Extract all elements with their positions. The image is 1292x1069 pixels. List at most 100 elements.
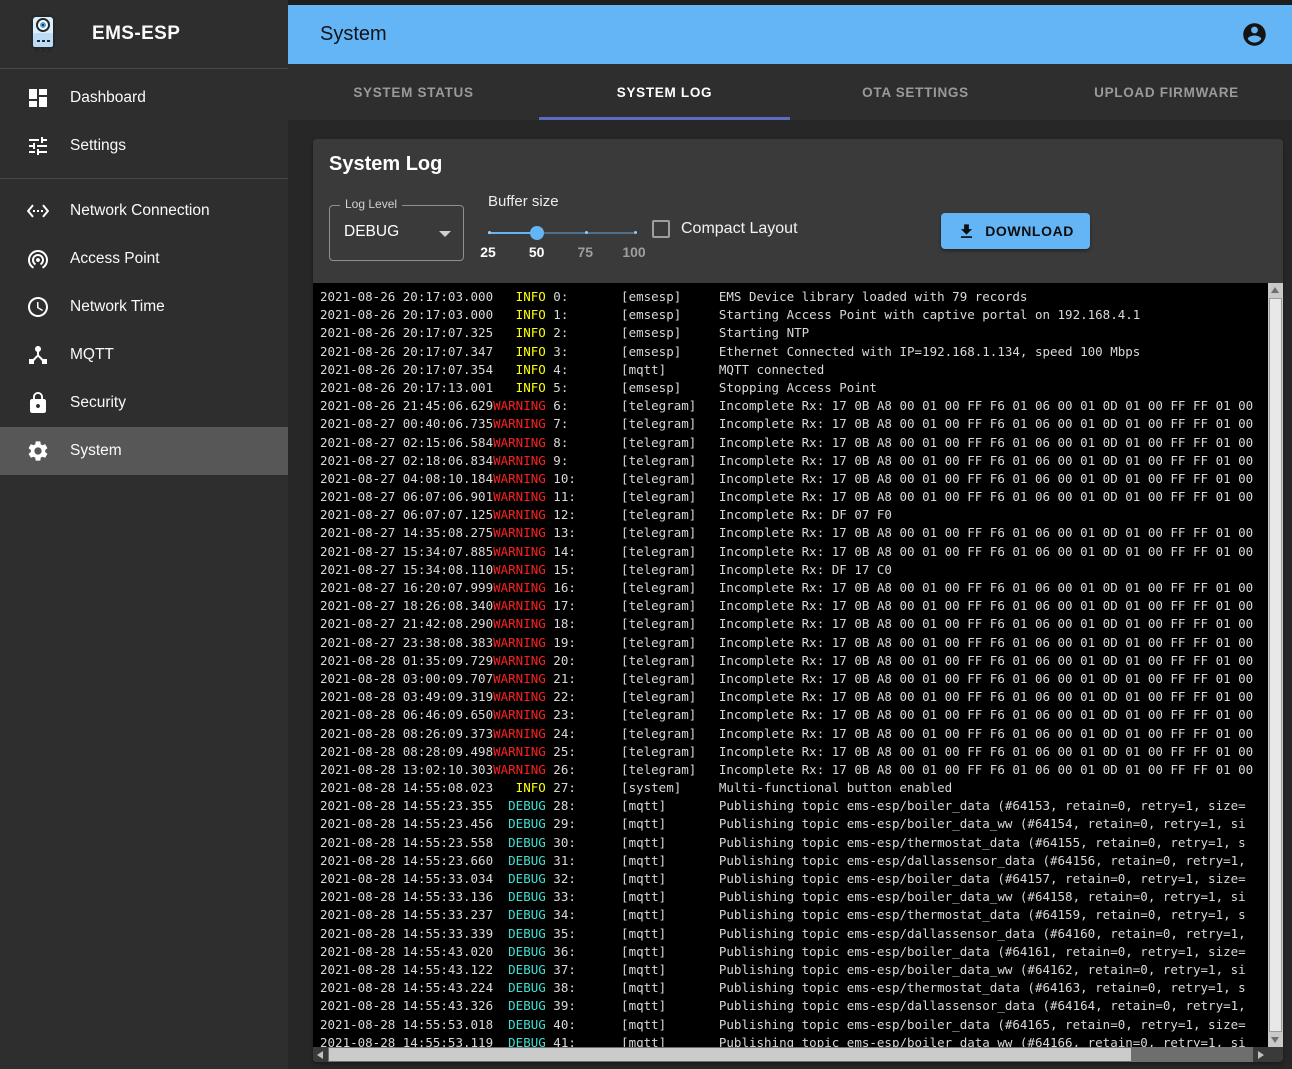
scroll-right-arrow-icon[interactable] bbox=[1253, 1047, 1268, 1062]
slider-thumb[interactable] bbox=[530, 226, 544, 240]
download-button[interactable]: DOWNLOAD bbox=[941, 213, 1090, 249]
log-timestamp: 2021-08-28 14:55:53.018 bbox=[320, 1017, 493, 1032]
log-line: 2021-08-28 14:55:33.237 DEBUG 34: [mqtt]… bbox=[320, 906, 1268, 924]
sidebar-item-label: MQTT bbox=[70, 346, 114, 364]
tab-label: UPLOAD FIRMWARE bbox=[1094, 85, 1239, 100]
tab-label: SYSTEM STATUS bbox=[353, 85, 473, 100]
log-timestamp: 2021-08-28 14:55:23.456 bbox=[320, 816, 493, 831]
log-message: 18: [telegram] Incomplete Rx: 17 0B A8 0… bbox=[546, 616, 1253, 631]
tab-system-status[interactable]: SYSTEM STATUS bbox=[288, 64, 539, 120]
account-circle-icon[interactable] bbox=[1241, 21, 1268, 48]
log-line: 2021-08-27 15:34:07.885WARNING 14: [tele… bbox=[320, 543, 1268, 561]
compact-layout-checkbox[interactable]: Compact Layout bbox=[652, 220, 798, 238]
slider-mark bbox=[634, 231, 637, 234]
log-line: 2021-08-28 14:55:23.355 DEBUG 28: [mqtt]… bbox=[320, 797, 1268, 815]
log-level: INFO bbox=[493, 307, 546, 322]
log-timestamp: 2021-08-28 14:55:33.034 bbox=[320, 871, 493, 886]
scroll-up-arrow-icon[interactable] bbox=[1271, 287, 1279, 293]
log-timestamp: 2021-08-28 14:55:33.136 bbox=[320, 889, 493, 904]
card-title: System Log bbox=[329, 153, 1267, 180]
sidebar-item-mqtt[interactable]: MQTT bbox=[0, 331, 288, 379]
chevron-down-icon bbox=[439, 231, 451, 237]
sidebar-item-dashboard[interactable]: Dashboard bbox=[0, 74, 288, 122]
log-message: 17: [telegram] Incomplete Rx: 17 0B A8 0… bbox=[546, 598, 1253, 613]
app-title: EMS-ESP bbox=[92, 23, 180, 45]
log-level-label: Log Level bbox=[340, 197, 402, 211]
log-message: 4: [mqtt] MQTT connected bbox=[546, 362, 824, 377]
log-timestamp: 2021-08-26 20:17:03.000 bbox=[320, 307, 493, 322]
download-button-label: DOWNLOAD bbox=[985, 223, 1074, 239]
sidebar-item-label: Access Point bbox=[70, 250, 160, 268]
log-message: 28: [mqtt] Publishing topic ems-esp/boil… bbox=[546, 798, 1246, 813]
log-level: DEBUG bbox=[493, 816, 546, 831]
log-message: 35: [mqtt] Publishing topic ems-esp/dall… bbox=[546, 926, 1246, 941]
log-message: 30: [mqtt] Publishing topic ems-esp/ther… bbox=[546, 835, 1246, 850]
log-level: WARNING bbox=[493, 635, 546, 650]
log-line: 2021-08-27 21:42:08.290WARNING 18: [tele… bbox=[320, 615, 1268, 633]
log-timestamp: 2021-08-27 00:40:06.735 bbox=[320, 416, 493, 431]
log-line: 2021-08-28 14:55:23.660 DEBUG 31: [mqtt]… bbox=[320, 852, 1268, 870]
sidebar-item-label: Dashboard bbox=[70, 89, 146, 107]
log-level: INFO bbox=[493, 380, 546, 395]
log-level: DEBUG bbox=[493, 926, 546, 941]
log-level: INFO bbox=[493, 344, 546, 359]
log-timestamp: 2021-08-28 03:49:09.319 bbox=[320, 689, 493, 704]
sidebar-header: EMS-ESP bbox=[0, 0, 288, 69]
log-line: 2021-08-27 15:34:08.110WARNING 15: [tele… bbox=[320, 561, 1268, 579]
slider-mark-label[interactable]: 100 bbox=[622, 244, 645, 260]
main-area: System SYSTEM STATUSSYSTEM LOGOTA SETTIN… bbox=[288, 0, 1292, 1069]
sidebar-item-settings[interactable]: Settings bbox=[0, 122, 288, 170]
log-message: 0: [emsesp] EMS Device library loaded wi… bbox=[546, 289, 1028, 304]
log-line: 2021-08-27 06:07:06.901WARNING 11: [tele… bbox=[320, 488, 1268, 506]
sidebar-item-access-point[interactable]: Access Point bbox=[0, 235, 288, 283]
vertical-scrollbar[interactable] bbox=[1268, 283, 1283, 1047]
buffer-size-slider[interactable] bbox=[488, 232, 634, 234]
tab-label: OTA SETTINGS bbox=[862, 85, 969, 100]
log-message: 16: [telegram] Incomplete Rx: 17 0B A8 0… bbox=[546, 580, 1253, 595]
log-timestamp: 2021-08-27 16:20:07.999 bbox=[320, 580, 493, 595]
log-timestamp: 2021-08-28 14:55:43.020 bbox=[320, 944, 493, 959]
horizontal-scroll-thumb[interactable] bbox=[329, 1048, 1131, 1061]
vertical-scroll-thumb[interactable] bbox=[1269, 298, 1282, 1032]
sidebar-item-system[interactable]: System bbox=[0, 427, 288, 475]
log-line: 2021-08-28 14:55:23.456 DEBUG 29: [mqtt]… bbox=[320, 815, 1268, 833]
content: System Log Log Level DEBUG Buffer size bbox=[288, 120, 1292, 1069]
log-timestamp: 2021-08-28 08:26:09.373 bbox=[320, 726, 493, 741]
log-line: 2021-08-28 08:28:09.498WARNING 25: [tele… bbox=[320, 743, 1268, 761]
log-timestamp: 2021-08-27 02:18:06.834 bbox=[320, 453, 493, 468]
log-message: 21: [telegram] Incomplete Rx: 17 0B A8 0… bbox=[546, 671, 1253, 686]
sidebar-item-network-time[interactable]: Network Time bbox=[0, 283, 288, 331]
log-line: 2021-08-27 02:15:06.584WARNING 8: [teleg… bbox=[320, 434, 1268, 452]
log-timestamp: 2021-08-26 20:17:03.000 bbox=[320, 289, 493, 304]
log-level-select[interactable]: Log Level DEBUG bbox=[329, 205, 464, 261]
log-line: 2021-08-28 14:55:43.224 DEBUG 38: [mqtt]… bbox=[320, 979, 1268, 997]
log-level: DEBUG bbox=[493, 798, 546, 813]
tab-upload-firmware[interactable]: UPLOAD FIRMWARE bbox=[1041, 64, 1292, 120]
tab-ota-settings[interactable]: OTA SETTINGS bbox=[790, 64, 1041, 120]
log-message: 3: [emsesp] Ethernet Connected with IP=1… bbox=[546, 344, 1141, 359]
log-line: 2021-08-28 14:55:08.023 INFO 27: [system… bbox=[320, 779, 1268, 797]
log-timestamp: 2021-08-28 14:55:08.023 bbox=[320, 780, 493, 795]
sidebar-item-network-connection[interactable]: Network Connection bbox=[0, 187, 288, 235]
slider-mark-label[interactable]: 75 bbox=[577, 244, 593, 260]
log-level: WARNING bbox=[493, 435, 546, 450]
lock-icon bbox=[26, 391, 50, 415]
log-line: 2021-08-28 03:49:09.319WARNING 22: [tele… bbox=[320, 688, 1268, 706]
system-log-card: System Log Log Level DEBUG Buffer size bbox=[313, 139, 1283, 1062]
tab-system-log[interactable]: SYSTEM LOG bbox=[539, 64, 790, 120]
log-level: WARNING bbox=[493, 562, 546, 577]
log-level: WARNING bbox=[493, 762, 546, 777]
compact-layout-label: Compact Layout bbox=[681, 220, 798, 238]
scroll-down-arrow-icon[interactable] bbox=[1271, 1037, 1279, 1043]
wifi-tethering-icon bbox=[26, 247, 50, 271]
log-level: DEBUG bbox=[493, 889, 546, 904]
checkbox-box[interactable] bbox=[652, 220, 670, 238]
scroll-left-arrow-icon[interactable] bbox=[313, 1047, 328, 1062]
slider-mark-label[interactable]: 50 bbox=[529, 244, 545, 260]
sidebar-item-security[interactable]: Security bbox=[0, 379, 288, 427]
horizontal-scrollbar[interactable] bbox=[313, 1047, 1268, 1062]
slider-mark-label[interactable]: 25 bbox=[480, 244, 496, 260]
clock-icon bbox=[26, 295, 50, 319]
log-message: 26: [telegram] Incomplete Rx: 17 0B A8 0… bbox=[546, 762, 1253, 777]
log-line: 2021-08-28 14:55:33.034 DEBUG 32: [mqtt]… bbox=[320, 870, 1268, 888]
